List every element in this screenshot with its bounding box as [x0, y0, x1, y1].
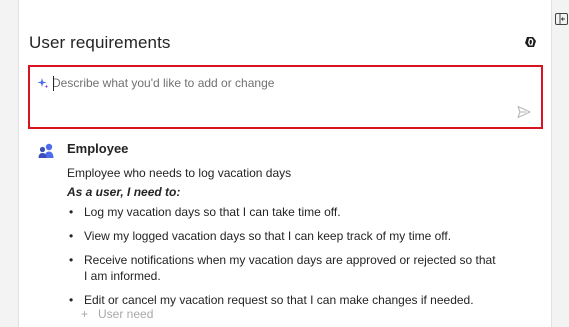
- need-text: Log my vacation days so that I can take …: [84, 205, 341, 219]
- bullet-icon: •: [69, 229, 74, 243]
- panel-title: User requirements: [29, 33, 171, 52]
- requirements-panel: User requirements Employee Empl: [18, 0, 552, 327]
- list-item[interactable]: • Edit or cancel my vacation request so …: [67, 292, 497, 308]
- list-item[interactable]: • View my logged vacation days so that I…: [67, 228, 497, 244]
- prompt-input[interactable]: [52, 73, 512, 93]
- collapse-panel-icon[interactable]: [555, 13, 568, 25]
- bullet-icon: •: [69, 253, 74, 267]
- list-item[interactable]: • Log my vacation days so that I can tak…: [67, 204, 497, 220]
- need-heading: As a user, I need to:: [67, 185, 181, 199]
- persona-name: Employee: [67, 141, 129, 156]
- list-item[interactable]: • Receive notifications when my vacation…: [67, 252, 497, 284]
- user-needs-list: • Log my vacation days so that I can tak…: [67, 204, 497, 316]
- add-user-need-label: User need: [98, 307, 154, 321]
- prompt-box[interactable]: [28, 65, 543, 129]
- people-icon: [38, 143, 54, 158]
- text-caret: [53, 76, 54, 91]
- add-user-need-button[interactable]: + User need: [81, 307, 153, 321]
- bullet-icon: •: [69, 293, 74, 307]
- plus-icon: +: [81, 307, 89, 321]
- need-text: Edit or cancel my vacation request so th…: [84, 293, 474, 307]
- bullet-icon: •: [69, 205, 74, 219]
- send-icon[interactable]: [516, 104, 532, 120]
- app-page: User requirements Employee Empl: [0, 0, 569, 327]
- persona-description: Employee who needs to log vacation days: [67, 166, 292, 180]
- sparkle-icon: [37, 78, 49, 89]
- copilot-icon[interactable]: [524, 35, 538, 49]
- need-text: View my logged vacation days so that I c…: [84, 229, 452, 243]
- need-text: Receive notifications when my vacation d…: [84, 253, 496, 283]
